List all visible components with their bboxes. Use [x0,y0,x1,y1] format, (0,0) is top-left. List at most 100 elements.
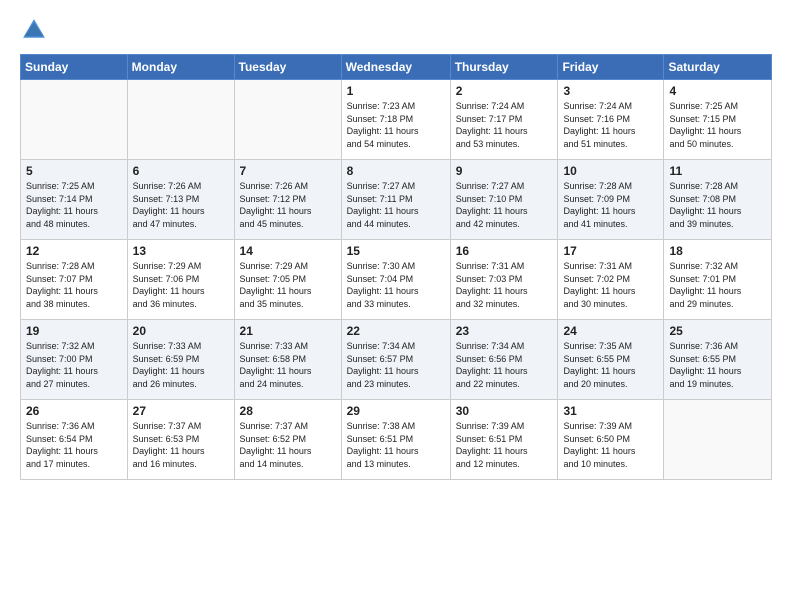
weekday-friday: Friday [558,55,664,80]
day-info: Sunrise: 7:33 AM Sunset: 6:58 PM Dayligh… [240,340,336,390]
day-number: 13 [133,244,229,258]
calendar-cell: 25 Sunrise: 7:36 AM Sunset: 6:55 PM Dayli… [664,320,772,400]
day-number: 14 [240,244,336,258]
day-info: Sunrise: 7:39 AM Sunset: 6:51 PM Dayligh… [456,420,553,470]
day-number: 15 [347,244,445,258]
day-number: 29 [347,404,445,418]
day-info: Sunrise: 7:28 AM Sunset: 7:07 PM Dayligh… [26,260,122,310]
day-info: Sunrise: 7:32 AM Sunset: 7:00 PM Dayligh… [26,340,122,390]
day-info: Sunrise: 7:25 AM Sunset: 7:14 PM Dayligh… [26,180,122,230]
day-info: Sunrise: 7:35 AM Sunset: 6:55 PM Dayligh… [563,340,658,390]
day-number: 18 [669,244,766,258]
day-info: Sunrise: 7:29 AM Sunset: 7:05 PM Dayligh… [240,260,336,310]
week-row-5: 26Sunrise: 7:36 AM Sunset: 6:54 PM Dayli… [21,400,772,480]
day-number: 1 [347,84,445,98]
calendar-cell: 7 Sunrise: 7:26 AM Sunset: 7:12 PM Daylig… [234,160,341,240]
calendar-cell: 13Sunrise: 7:29 AM Sunset: 7:06 PM Dayli… [127,240,234,320]
calendar-cell: 28 Sunrise: 7:37 AM Sunset: 6:52 PM Dayli… [234,400,341,480]
weekday-tuesday: Tuesday [234,55,341,80]
day-number: 23 [456,324,553,338]
day-info: Sunrise: 7:31 AM Sunset: 7:02 PM Dayligh… [563,260,658,310]
calendar-cell: 12 Sunrise: 7:28 AM Sunset: 7:07 PM Dayli… [21,240,128,320]
day-info: Sunrise: 7:23 AM Sunset: 7:18 PM Dayligh… [347,100,445,150]
weekday-monday: Monday [127,55,234,80]
calendar-cell: 20Sunrise: 7:33 AM Sunset: 6:59 PM Dayli… [127,320,234,400]
calendar-cell: 17 Sunrise: 7:31 AM Sunset: 7:02 PM Dayli… [558,240,664,320]
calendar-cell: 3 Sunrise: 7:24 AM Sunset: 7:16 PM Daylig… [558,80,664,160]
day-info: Sunrise: 7:37 AM Sunset: 6:53 PM Dayligh… [133,420,229,470]
day-info: Sunrise: 7:36 AM Sunset: 6:54 PM Dayligh… [26,420,122,470]
day-info: Sunrise: 7:24 AM Sunset: 7:16 PM Dayligh… [563,100,658,150]
week-row-4: 19 Sunrise: 7:32 AM Sunset: 7:00 PM Dayli… [21,320,772,400]
day-number: 12 [26,244,122,258]
day-number: 25 [669,324,766,338]
day-number: 31 [563,404,658,418]
calendar-cell: 9 Sunrise: 7:27 AM Sunset: 7:10 PM Daylig… [450,160,558,240]
day-info: Sunrise: 7:37 AM Sunset: 6:52 PM Dayligh… [240,420,336,470]
day-number: 2 [456,84,553,98]
day-number: 24 [563,324,658,338]
calendar-table: SundayMondayTuesdayWednesdayThursdayFrid… [20,54,772,480]
weekday-thursday: Thursday [450,55,558,80]
day-info: Sunrise: 7:27 AM Sunset: 7:10 PM Dayligh… [456,180,553,230]
calendar-cell: 29 Sunrise: 7:38 AM Sunset: 6:51 PM Dayli… [341,400,450,480]
calendar-cell: 5Sunrise: 7:25 AM Sunset: 7:14 PM Daylig… [21,160,128,240]
day-info: Sunrise: 7:38 AM Sunset: 6:51 PM Dayligh… [347,420,445,470]
calendar-cell [234,80,341,160]
day-info: Sunrise: 7:34 AM Sunset: 6:56 PM Dayligh… [456,340,553,390]
day-number: 22 [347,324,445,338]
calendar-cell: 19 Sunrise: 7:32 AM Sunset: 7:00 PM Dayli… [21,320,128,400]
day-number: 9 [456,164,553,178]
day-info: Sunrise: 7:28 AM Sunset: 7:09 PM Dayligh… [563,180,658,230]
weekday-sunday: Sunday [21,55,128,80]
weekday-saturday: Saturday [664,55,772,80]
day-info: Sunrise: 7:33 AM Sunset: 6:59 PM Dayligh… [133,340,229,390]
day-info: Sunrise: 7:31 AM Sunset: 7:03 PM Dayligh… [456,260,553,310]
calendar-cell: 18 Sunrise: 7:32 AM Sunset: 7:01 PM Dayli… [664,240,772,320]
day-info: Sunrise: 7:28 AM Sunset: 7:08 PM Dayligh… [669,180,766,230]
day-number: 4 [669,84,766,98]
day-number: 3 [563,84,658,98]
calendar-cell: 15Sunrise: 7:30 AM Sunset: 7:04 PM Dayli… [341,240,450,320]
calendar-cell: 8 Sunrise: 7:27 AM Sunset: 7:11 PM Daylig… [341,160,450,240]
day-number: 30 [456,404,553,418]
day-info: Sunrise: 7:27 AM Sunset: 7:11 PM Dayligh… [347,180,445,230]
day-number: 28 [240,404,336,418]
week-row-2: 5Sunrise: 7:25 AM Sunset: 7:14 PM Daylig… [21,160,772,240]
weekday-wednesday: Wednesday [341,55,450,80]
calendar-cell [21,80,128,160]
calendar-cell [664,400,772,480]
calendar-cell: 1 Sunrise: 7:23 AM Sunset: 7:18 PM Daylig… [341,80,450,160]
logo [20,16,52,44]
day-info: Sunrise: 7:34 AM Sunset: 6:57 PM Dayligh… [347,340,445,390]
day-number: 7 [240,164,336,178]
calendar-cell: 27 Sunrise: 7:37 AM Sunset: 6:53 PM Dayli… [127,400,234,480]
day-number: 19 [26,324,122,338]
calendar-cell: 16 Sunrise: 7:31 AM Sunset: 7:03 PM Dayli… [450,240,558,320]
header [20,16,772,44]
calendar-cell [127,80,234,160]
calendar-cell: 11Sunrise: 7:28 AM Sunset: 7:08 PM Dayli… [664,160,772,240]
calendar-cell: 14 Sunrise: 7:29 AM Sunset: 7:05 PM Dayli… [234,240,341,320]
weekday-header-row: SundayMondayTuesdayWednesdayThursdayFrid… [21,55,772,80]
day-info: Sunrise: 7:26 AM Sunset: 7:12 PM Dayligh… [240,180,336,230]
calendar-cell: 22 Sunrise: 7:34 AM Sunset: 6:57 PM Dayli… [341,320,450,400]
page-container: SundayMondayTuesdayWednesdayThursdayFrid… [0,0,792,490]
calendar-cell: 30 Sunrise: 7:39 AM Sunset: 6:51 PM Dayli… [450,400,558,480]
calendar-cell: 31 Sunrise: 7:39 AM Sunset: 6:50 PM Dayli… [558,400,664,480]
day-info: Sunrise: 7:32 AM Sunset: 7:01 PM Dayligh… [669,260,766,310]
day-number: 17 [563,244,658,258]
day-number: 10 [563,164,658,178]
day-info: Sunrise: 7:25 AM Sunset: 7:15 PM Dayligh… [669,100,766,150]
day-number: 21 [240,324,336,338]
calendar-cell: 10 Sunrise: 7:28 AM Sunset: 7:09 PM Dayli… [558,160,664,240]
logo-icon [20,16,48,44]
day-number: 27 [133,404,229,418]
calendar-cell: 2Sunrise: 7:24 AM Sunset: 7:17 PM Daylig… [450,80,558,160]
week-row-1: 1 Sunrise: 7:23 AM Sunset: 7:18 PM Daylig… [21,80,772,160]
day-info: Sunrise: 7:36 AM Sunset: 6:55 PM Dayligh… [669,340,766,390]
day-number: 16 [456,244,553,258]
day-info: Sunrise: 7:39 AM Sunset: 6:50 PM Dayligh… [563,420,658,470]
calendar-cell: 23 Sunrise: 7:34 AM Sunset: 6:56 PM Dayli… [450,320,558,400]
day-number: 8 [347,164,445,178]
